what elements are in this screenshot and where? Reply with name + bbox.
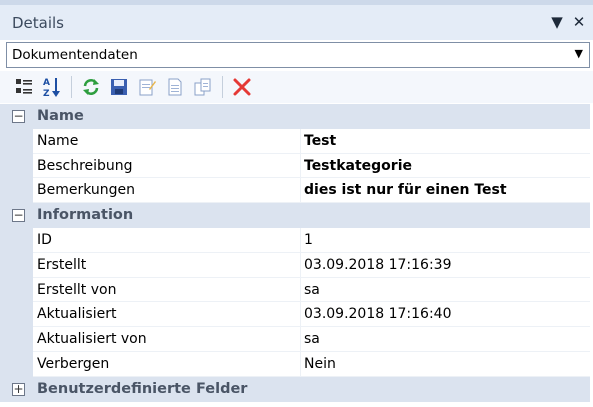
- copy-icon[interactable]: [191, 75, 215, 99]
- property-row[interactable]: Beschreibung Testkategorie: [0, 153, 593, 179]
- chevron-down-icon[interactable]: ▼: [575, 47, 583, 60]
- property-value[interactable]: sa: [301, 278, 593, 303]
- selector-value: Dokumentendaten: [12, 47, 138, 63]
- panel-controls: ▼ ✕: [549, 13, 587, 31]
- property-value[interactable]: Nein: [301, 352, 593, 377]
- category-row[interactable]: − Information: [0, 203, 593, 228]
- property-label: Aktualisiert: [33, 302, 301, 328]
- property-row[interactable]: ID 1: [0, 227, 593, 253]
- panel-titlebar: Details ▼ ✕: [0, 0, 593, 40]
- panel-menu-dropdown-icon[interactable]: ▼: [549, 13, 565, 31]
- svg-text:Z: Z: [43, 89, 50, 98]
- property-value[interactable]: 03.09.2018 17:16:40: [301, 302, 593, 328]
- property-grid: − Name Name Test Beschreibung Testkategorie Be…: [0, 104, 593, 402]
- category-name: Benutzerdefinierte Felder: [37, 380, 248, 397]
- sort-alpha-icon[interactable]: A Z: [40, 75, 64, 99]
- property-label: Bemerkungen: [33, 178, 301, 204]
- property-row[interactable]: Verbergen Nein: [0, 351, 593, 377]
- property-row[interactable]: Name Test: [0, 128, 593, 154]
- property-value[interactable]: 03.09.2018 17:16:39: [301, 253, 593, 278]
- property-row[interactable]: Bemerkungen dies ist nur für einen Test: [0, 178, 593, 204]
- property-value[interactable]: 1: [301, 228, 593, 253]
- property-label: Erstellt von: [33, 277, 301, 303]
- row-gutter: [0, 351, 33, 377]
- property-label: Aktualisiert von: [33, 327, 301, 352]
- property-toolbar: A Z: [0, 71, 593, 103]
- collapse-icon[interactable]: −: [12, 110, 25, 123]
- collapse-icon[interactable]: −: [12, 209, 25, 223]
- expand-icon[interactable]: +: [12, 382, 25, 396]
- property-row[interactable]: Erstellt 03.09.2018 17:16:39: [0, 252, 593, 278]
- row-gutter: [0, 227, 33, 253]
- property-row[interactable]: Aktualisiert von sa: [0, 327, 593, 352]
- property-row[interactable]: Erstellt von sa: [0, 277, 593, 303]
- property-label: Beschreibung: [33, 153, 301, 179]
- property-label: Name: [33, 128, 301, 154]
- category-row[interactable]: − Name: [0, 104, 593, 129]
- svg-text:A: A: [43, 78, 50, 88]
- row-gutter: [0, 277, 33, 303]
- row-gutter: [0, 128, 33, 154]
- property-value[interactable]: Testkategorie: [301, 154, 593, 179]
- row-gutter: [0, 252, 33, 278]
- property-label: Verbergen: [33, 351, 301, 377]
- document-icon[interactable]: [163, 75, 187, 99]
- property-value[interactable]: sa: [301, 327, 593, 352]
- category-row[interactable]: + Benutzerdefinierte Felder: [0, 376, 593, 402]
- edit-icon[interactable]: [135, 75, 159, 99]
- row-gutter: [0, 153, 33, 179]
- close-icon[interactable]: ✕: [571, 13, 587, 31]
- property-label: ID: [33, 227, 301, 253]
- row-gutter: [0, 178, 33, 204]
- refresh-icon[interactable]: [79, 75, 103, 99]
- property-value[interactable]: dies ist nur für einen Test: [301, 178, 593, 204]
- row-gutter: [0, 302, 33, 328]
- row-gutter: [0, 327, 33, 352]
- categorized-icon[interactable]: [12, 75, 36, 99]
- property-label: Erstellt: [33, 252, 301, 278]
- save-icon[interactable]: [107, 75, 131, 99]
- panel-title: Details: [12, 13, 65, 32]
- toolbar-separator: [222, 76, 223, 98]
- toolbar-separator: [71, 76, 72, 98]
- property-row[interactable]: Aktualisiert 03.09.2018 17:16:40: [0, 302, 593, 328]
- delete-icon[interactable]: [230, 75, 254, 99]
- property-value[interactable]: Test: [301, 129, 593, 154]
- object-selector-dropdown[interactable]: Dokumentendaten ▼: [6, 42, 590, 68]
